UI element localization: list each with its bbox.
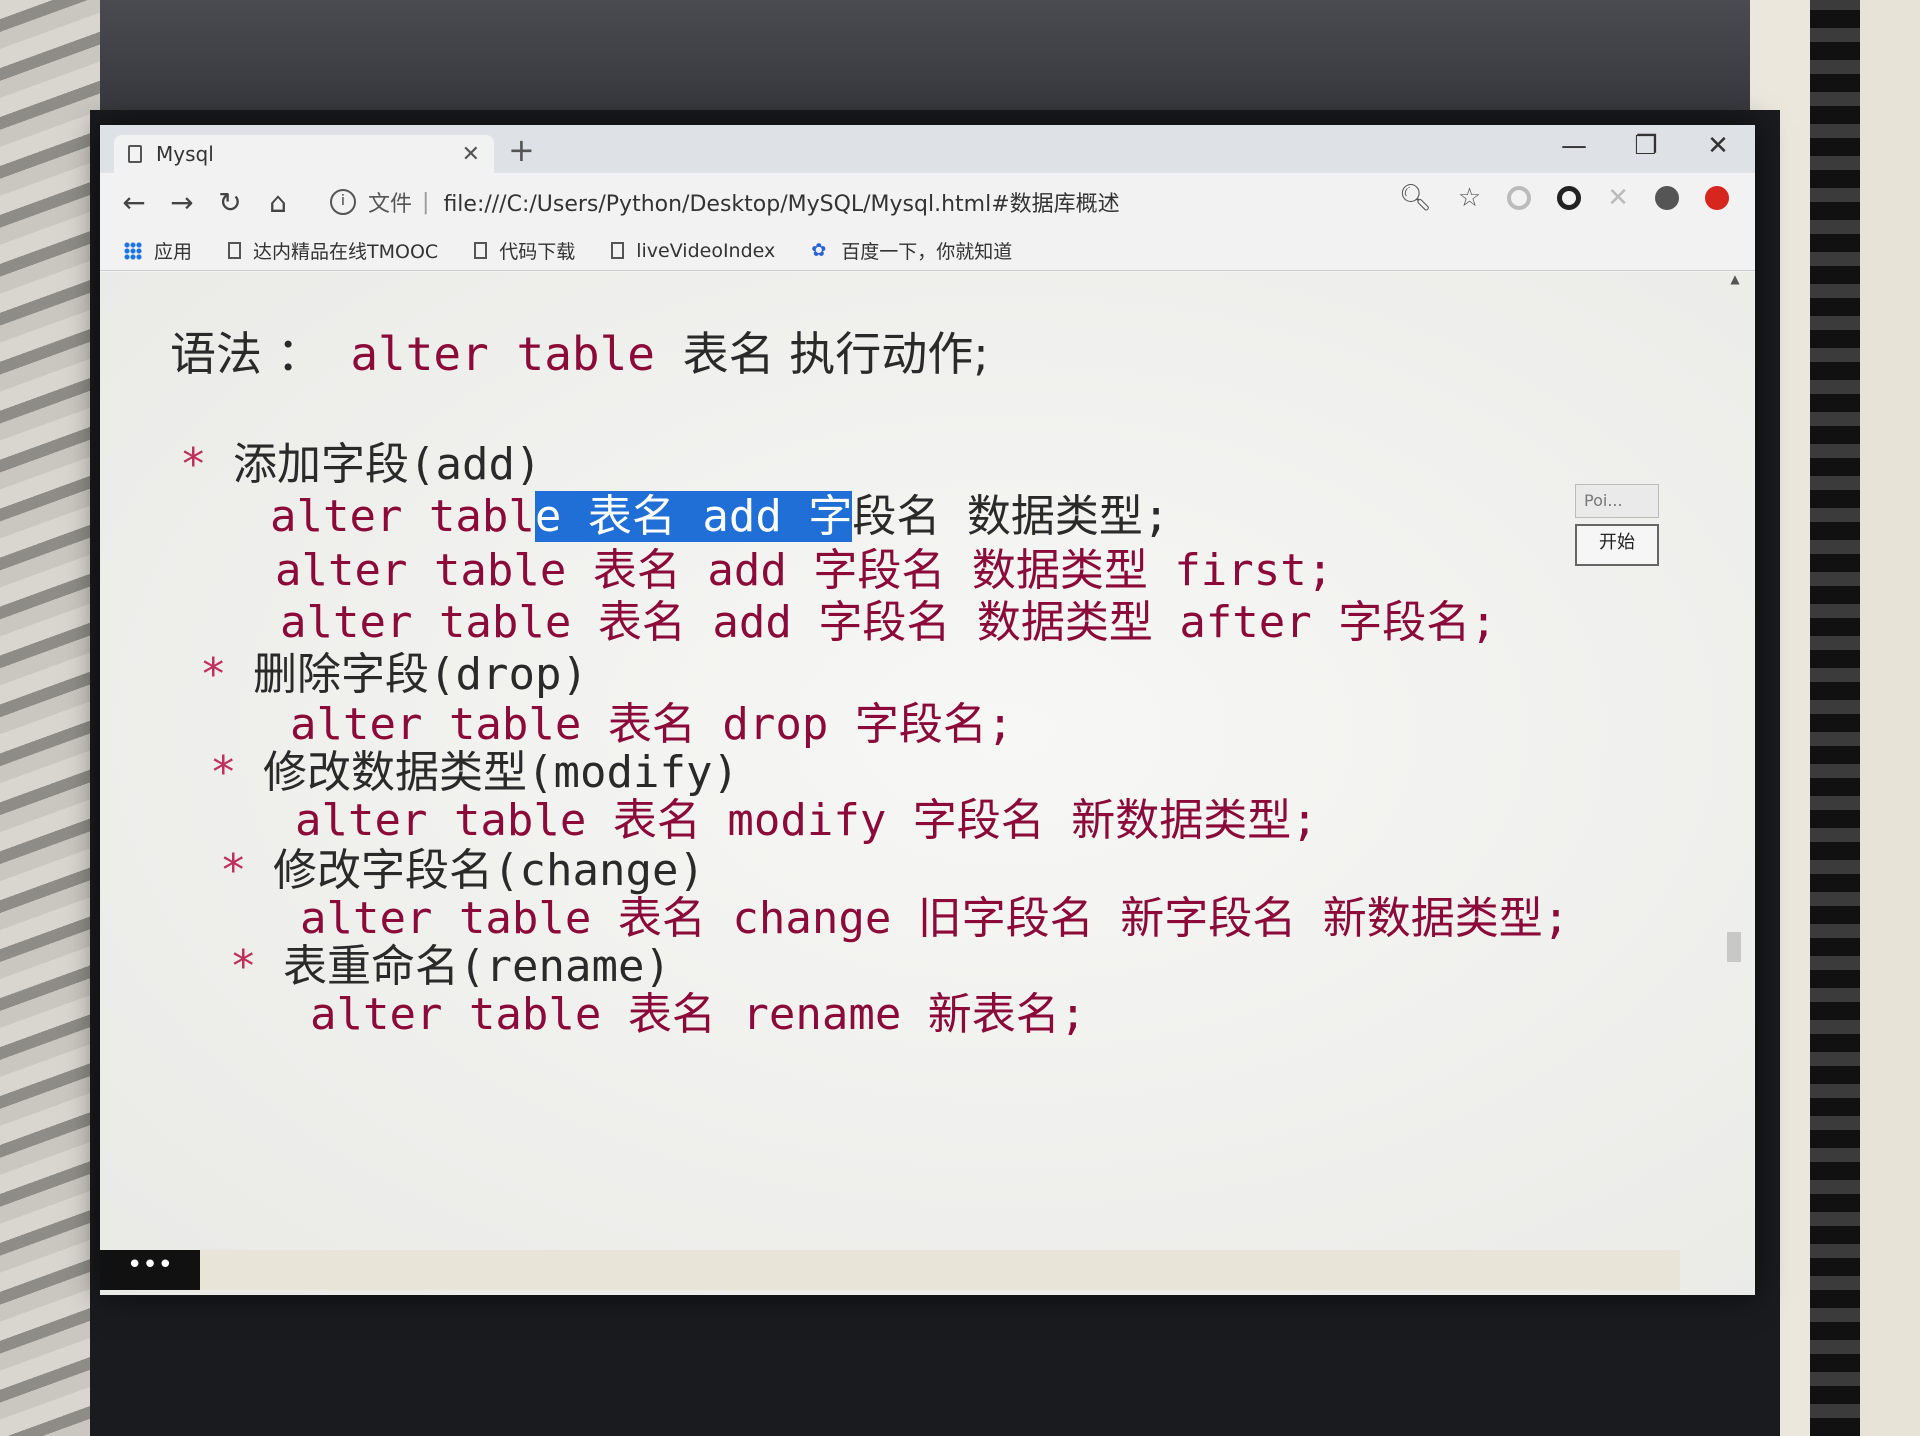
tab-title: Mysql [156,142,214,166]
bookmark-label: liveVideoIndex [636,239,776,262]
more-dots-icon[interactable]: ••• [100,1250,200,1290]
minimize-button[interactable]: — [1557,131,1591,161]
taskbar-strip: ••• [100,1250,1680,1290]
bullet-star: * [230,941,257,992]
bookmark-star-icon[interactable]: ☆ [1458,183,1481,213]
separator: | [422,189,430,215]
restore-button[interactable]: ❐ [1629,131,1663,161]
close-window-button[interactable]: ✕ [1701,131,1735,161]
bookmarks-bar: 应用 达内精品在线TMOOC 代码下载 liveVideoIndex ✿ 百度一… [100,231,1755,271]
browser-window: Mysql ✕ + — ❐ ✕ ← → ↻ ⌂ i 文件 | file:///C… [100,125,1755,1295]
syntax-rest: 表名 执行动作; [682,327,989,381]
doc-icon [474,242,488,259]
paw-icon: ✿ [811,239,827,261]
bookmark-code-download[interactable]: 代码下载 [474,237,575,264]
bookmark-baidu[interactable]: ✿ 百度一下，你就知道 [811,237,1012,264]
floating-tool-panel: Poi... 开始 [1575,484,1659,566]
bookmark-tmooc[interactable]: 达内精品在线TMOOC [228,237,438,264]
info-icon[interactable]: i [330,189,356,215]
scheme-label: 文件 [368,192,413,217]
apps-icon [124,241,142,260]
bookmark-label: 代码下载 [499,241,576,263]
syntax-prefix: 语法 ： [170,327,323,381]
page-content: 语法 ： alter table 表名 执行动作; * 添加字段(add) al… [100,272,1755,1295]
bullet-star: * [200,649,227,700]
start-button[interactable]: 开始 [1575,524,1659,566]
code-line-rename: alter table 表名 rename 新表名; [310,989,1087,1040]
vertical-scrollbar[interactable]: ▲ [1727,272,1743,1295]
syntax-line: 语法 ： alter table 表名 执行动作; [170,318,989,384]
syntax-keyword: alter table [350,327,655,381]
bullet-star: * [180,439,207,490]
bullet-star: * [220,845,247,896]
bookmark-apps[interactable]: 应用 [124,237,192,264]
tab-close-icon[interactable]: ✕ [462,142,480,167]
home-button[interactable]: ⌂ [254,186,302,219]
poi-field[interactable]: Poi... [1575,484,1659,518]
zoom-icon[interactable]: 🔍︎ [1399,183,1432,213]
extension-icon[interactable] [1507,186,1532,210]
browser-tab[interactable]: Mysql ✕ [114,135,494,173]
bullet-star: * [210,747,237,798]
new-tab-button[interactable]: + [508,131,535,169]
scroll-thumb[interactable] [1727,932,1741,962]
url-text[interactable]: file:///C:/Users/Python/Desktop/MySQL/My… [443,186,1119,218]
extension-red-icon[interactable] [1705,186,1729,210]
bookmark-label: 百度一下，你就知道 [841,241,1013,263]
extension-x-icon[interactable]: ✕ [1607,183,1629,213]
photo-background-left [0,0,100,1436]
forward-button[interactable]: → [158,186,206,219]
back-button[interactable]: ← [110,186,158,219]
extension-ring-icon[interactable] [1557,186,1582,210]
title-bar: Mysql ✕ + — ❐ ✕ [100,125,1755,173]
doc-icon [228,242,242,259]
window-controls: — ❐ ✕ [1557,131,1735,161]
bookmark-label: 应用 [154,241,193,263]
bookmark-livevideoindex[interactable]: liveVideoIndex [611,240,775,262]
reload-button[interactable]: ↻ [206,186,254,219]
bookmark-label: 达内精品在线TMOOC [253,241,439,263]
profile-icon[interactable] [1655,186,1679,210]
page-icon [128,145,142,163]
toolbar-actions: 🔍︎ ☆ ✕ [1399,183,1729,213]
doc-icon [611,242,625,259]
address-bar[interactable]: i 文件 | file:///C:/Users/Python/Desktop/M… [330,181,1510,223]
toolbar: ← → ↻ ⌂ i 文件 | file:///C:/Users/Python/D… [100,173,1755,231]
scroll-up-icon[interactable]: ▲ [1727,272,1743,286]
